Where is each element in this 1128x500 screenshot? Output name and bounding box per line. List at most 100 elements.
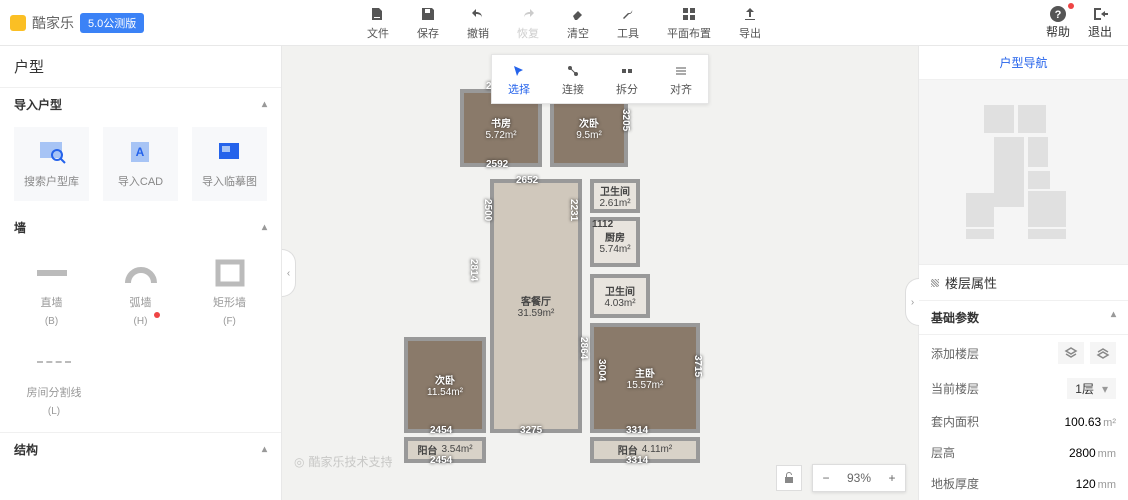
floor-height-row: 层高 mm bbox=[919, 437, 1128, 468]
dim-label: 3004 bbox=[596, 359, 607, 381]
zoom-in-button[interactable]: + bbox=[879, 465, 905, 491]
wall-tools-row2: 房间分割线 (L) bbox=[0, 334, 281, 424]
nav-minimap bbox=[964, 97, 1084, 247]
struct-tools-row bbox=[0, 466, 281, 500]
notification-dot bbox=[1068, 3, 1074, 9]
basic-params-header[interactable]: 基础参数 ▴ bbox=[919, 301, 1128, 335]
export-icon bbox=[741, 5, 759, 23]
redo-button[interactable]: 恢复 bbox=[503, 1, 553, 45]
layers-up-icon bbox=[1064, 347, 1078, 359]
right-sidebar: 户型导航 楼层属性 基础参数 ▴ 添加楼层 bbox=[918, 46, 1128, 500]
zoom-out-button[interactable]: − bbox=[813, 465, 839, 491]
import-section-header[interactable]: 导入户型 ▴ bbox=[0, 88, 281, 121]
divider-line-tool[interactable]: 房间分割线 (L) bbox=[14, 340, 94, 424]
struct-section-header[interactable]: 结构 ▴ bbox=[0, 432, 281, 466]
select-mode-button[interactable]: 选择 bbox=[492, 55, 546, 103]
chevron-up-icon: ▴ bbox=[262, 99, 267, 110]
top-right-group: ? 帮助 退出 bbox=[1046, 5, 1128, 40]
canvas-area[interactable]: ‹ 选择 连接 拆分 对齐 书房5.72m² 次卧9.5m² 卫生间2.61m² bbox=[282, 46, 918, 500]
top-toolbar: 酷家乐 5.0公测版 文件 保存 撤销 恢复 清空 工具 平面布置 bbox=[0, 0, 1128, 46]
new-badge-dot bbox=[154, 312, 160, 318]
brand-name: 酷家乐 bbox=[32, 13, 74, 33]
collapse-left-handle[interactable]: ‹ bbox=[282, 249, 296, 297]
grid-icon bbox=[680, 5, 698, 23]
chevron-up-icon: ▴ bbox=[262, 222, 267, 233]
align-icon bbox=[672, 63, 690, 79]
save-button[interactable]: 保存 bbox=[403, 1, 453, 45]
undo-button[interactable]: 撤销 bbox=[453, 1, 503, 45]
dim-label: 2454 bbox=[430, 425, 452, 436]
left-sidebar: 户型 导入户型 ▴ 搜索户型库 A 导入CAD 导入临摹图 墙 ▴ bbox=[0, 46, 282, 500]
help-button[interactable]: ? 帮助 bbox=[1046, 5, 1070, 40]
room-bath2[interactable]: 卫生间4.03m² bbox=[590, 274, 650, 318]
rect-wall-icon bbox=[213, 258, 247, 288]
export-button[interactable]: 导出 bbox=[725, 1, 775, 45]
collapse-right-handle[interactable]: › bbox=[905, 278, 919, 326]
brand-logo-icon bbox=[10, 15, 26, 31]
straight-wall-tool[interactable]: 直墙 (B) bbox=[14, 250, 89, 334]
zoom-value: 93% bbox=[839, 471, 879, 485]
import-draft-tile[interactable]: 导入临摹图 bbox=[192, 127, 267, 201]
cad-icon: A bbox=[126, 139, 156, 165]
import-cad-tile[interactable]: A 导入CAD bbox=[103, 127, 178, 201]
nav-preview[interactable] bbox=[919, 80, 1128, 265]
zoom-control: − 93% + bbox=[812, 464, 906, 492]
file-button[interactable]: 文件 bbox=[353, 1, 403, 45]
exit-button[interactable]: 退出 bbox=[1088, 5, 1112, 40]
unlock-icon bbox=[782, 471, 796, 485]
arc-wall-icon bbox=[124, 258, 158, 288]
file-icon bbox=[369, 5, 387, 23]
logo-small-icon: ◎ bbox=[294, 455, 304, 469]
wrench-icon bbox=[619, 5, 637, 23]
save-icon bbox=[419, 5, 437, 23]
room-bed2b[interactable]: 次卧11.54m² bbox=[404, 337, 486, 433]
dim-label: 2454 bbox=[430, 455, 452, 466]
current-floor-row: 当前楼层 1层▾ bbox=[919, 371, 1128, 406]
secondary-toolbar: 选择 连接 拆分 对齐 bbox=[491, 54, 709, 104]
align-mode-button[interactable]: 对齐 bbox=[654, 55, 708, 103]
room-bath1[interactable]: 卫生间2.61m² bbox=[590, 179, 640, 213]
chevron-up-icon: ▴ bbox=[1111, 309, 1116, 326]
dim-label: 3314 bbox=[626, 455, 648, 466]
floor-select[interactable]: 1层▾ bbox=[1067, 378, 1116, 399]
search-plan-icon bbox=[37, 139, 67, 165]
dim-label: 3205 bbox=[620, 109, 631, 131]
add-floor-up-button[interactable] bbox=[1058, 342, 1084, 364]
struct-tool-1[interactable] bbox=[14, 472, 94, 500]
tools-button[interactable]: 工具 bbox=[603, 1, 653, 45]
inner-area-row: 套内面积 m² bbox=[919, 406, 1128, 437]
help-icon: ? bbox=[1049, 5, 1067, 23]
lock-button[interactable] bbox=[776, 465, 802, 491]
wall-tools-row1: 直墙 (B) 弧墙 (H) 矩形墙 (F) bbox=[0, 244, 281, 334]
split-icon bbox=[618, 63, 636, 79]
svg-text:A: A bbox=[135, 145, 144, 159]
top-icon-group: 文件 保存 撤销 恢复 清空 工具 平面布置 导出 bbox=[353, 1, 775, 45]
dim-label: 2652 bbox=[516, 175, 538, 186]
watermark: ◎ 酷家乐技术支持 bbox=[294, 453, 393, 470]
straight-wall-icon bbox=[35, 258, 69, 288]
floorplan[interactable]: 书房5.72m² 次卧9.5m² 卫生间2.61m² 厨房5.74m² 卫生间4… bbox=[420, 59, 780, 469]
search-plan-tile[interactable]: 搜索户型库 bbox=[14, 127, 89, 201]
arc-wall-tool[interactable]: 弧墙 (H) bbox=[103, 250, 178, 334]
cursor-icon bbox=[510, 63, 528, 79]
dim-label: 2592 bbox=[486, 159, 508, 170]
floor-thick-row: 地板厚度 mm bbox=[919, 468, 1128, 499]
add-floor-down-button[interactable] bbox=[1090, 342, 1116, 364]
rect-wall-tool[interactable]: 矩形墙 (F) bbox=[192, 250, 267, 334]
inner-area-input[interactable] bbox=[1047, 415, 1101, 429]
layers-down-icon bbox=[1096, 347, 1110, 359]
wall-section-header[interactable]: 墙 ▴ bbox=[0, 211, 281, 244]
draft-icon bbox=[215, 139, 245, 165]
dim-label: 3715 bbox=[692, 355, 703, 377]
connect-mode-button[interactable]: 连接 bbox=[546, 55, 600, 103]
clear-button[interactable]: 清空 bbox=[553, 1, 603, 45]
floor-props-header[interactable]: 楼层属性 bbox=[919, 265, 1128, 301]
dim-label: 3275 bbox=[520, 425, 542, 436]
chevron-up-icon: ▴ bbox=[262, 444, 267, 455]
floor-height-input[interactable] bbox=[1042, 446, 1096, 460]
floor-thick-input[interactable] bbox=[1042, 477, 1096, 491]
connect-icon bbox=[564, 63, 582, 79]
layout-button[interactable]: 平面布置 bbox=[653, 1, 725, 45]
split-mode-button[interactable]: 拆分 bbox=[600, 55, 654, 103]
redo-icon bbox=[519, 5, 537, 23]
